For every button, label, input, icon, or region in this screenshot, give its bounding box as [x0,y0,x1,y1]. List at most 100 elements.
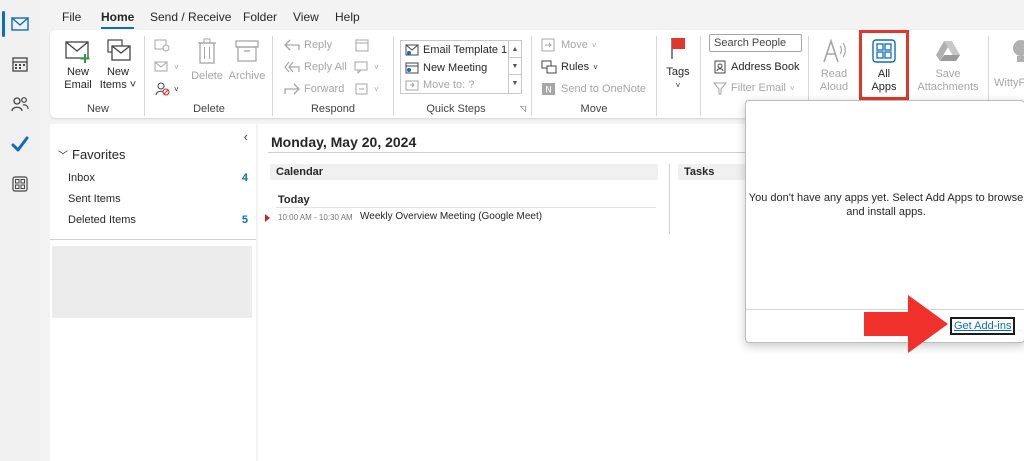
im-reply-button[interactable]: ˅ [354,58,379,76]
group-label-respond: Respond [310,103,356,115]
more-respond-button[interactable]: ˅ [354,80,379,98]
save-attachments-button[interactable]: Save Attachments [914,38,982,94]
send-to-onenote-button[interactable]: N Send to OneNote [541,80,646,98]
send-onenote-label: Send to OneNote [561,83,647,95]
chevron-down-icon: ˅ [374,84,379,94]
move-button[interactable]: Move ˅ [541,36,597,54]
chevron-down-icon[interactable]: ▼ [509,58,521,75]
archive-button[interactable]: Archive [228,38,266,83]
chevron-up-icon[interactable]: ▲ [509,41,521,58]
folder-item-sent-items[interactable]: Sent Items [68,193,121,205]
google-drive-icon [936,41,960,61]
get-add-ins-link[interactable]: Get Add-ins [949,317,1016,335]
chevron-down-icon: ˅ [126,79,137,91]
save-attachments-label-2: Attachments [917,81,979,93]
filter-email-label: Filter Email [731,82,787,94]
group-label-new: New [86,103,109,115]
tab-view[interactable]: View [293,10,319,24]
calendar-icon[interactable] [8,52,32,76]
junk-person-icon [155,82,170,96]
meeting-icon [355,39,369,52]
quick-step-label: Move to: ? [423,79,475,91]
quick-steps-scroll[interactable]: ▲ ▼ ▼ [508,41,521,93]
today-label: Today [278,194,310,206]
reply-button[interactable]: Reply [284,36,332,54]
left-navigation-bar [0,0,40,461]
appointment-title[interactable]: Weekly Overview Meeting (Google Meet) [360,211,542,222]
more-respond-icon [355,83,368,95]
quick-step-label: Email Template 1 [423,44,508,56]
cleanup-button[interactable]: ˅ [154,58,179,76]
calendar-section-header: Calendar [270,164,658,180]
ignore-button[interactable] [154,36,170,54]
new-meeting-icon [405,62,419,74]
apps-grid-icon[interactable] [8,172,32,196]
meeting-reply-button[interactable] [354,36,370,54]
group-label-quick-steps: Quick Steps [426,103,486,115]
ribbon-separator [144,36,145,116]
wittyp-icon [1013,40,1024,62]
quick-step-move-to[interactable]: Move to: ? [405,79,474,91]
active-indicator [2,11,5,37]
chevron-down-icon: ˅ [174,84,179,94]
rules-label: Rules [561,61,590,73]
todo-check-icon[interactable] [8,132,32,156]
collapse-pane-icon[interactable]: ‹ [244,129,248,144]
red-arrow-annotation [864,295,948,353]
dialog-launcher-icon[interactable]: ◹ [520,104,526,113]
forward-button[interactable]: Forward [284,80,344,98]
new-items-label-2: Items [99,79,127,91]
address-book-button[interactable]: Address Book [713,58,799,76]
tab-file[interactable]: File [62,10,81,24]
new-items-button[interactable]: New Items ˅ [98,38,138,92]
mail-icon[interactable] [8,12,32,36]
new-email-label-2: Email [64,79,92,91]
onenote-icon: N [542,83,555,96]
chevron-down-icon: ﹀ [58,151,68,162]
delete-button[interactable]: Delete [190,38,224,83]
tab-home[interactable]: Home [101,10,135,29]
unread-count: 5 [241,214,248,226]
tab-folder[interactable]: Folder [243,10,277,24]
new-items-label-1: New [106,66,129,78]
calendar-tasks-divider [669,164,670,234]
quick-step-email-template[interactable]: Email Template 1 [405,44,507,56]
move-icon [541,38,555,52]
save-attachments-label-1: Save [935,68,961,80]
forward-label: Forward [304,83,345,95]
read-aloud-icon [823,38,846,63]
people-icon[interactable] [8,92,32,116]
chevron-down-icon: ˅ [374,62,379,72]
rules-button[interactable]: Rules ˅ [541,58,598,76]
read-aloud-button[interactable]: Read Aloud [814,38,854,94]
folder-placeholder-area [52,246,252,318]
junk-button[interactable]: ˅ [154,80,179,98]
wittyp-button[interactable]: WittyP [994,38,1024,90]
tab-send-receive[interactable]: Send / Receive [150,10,231,24]
quick-steps-gallery: Email Template 1 New Meeting Move to: ? … [400,40,522,94]
search-people-input[interactable]: Search People [709,34,802,52]
chevron-down-icon: ˅ [675,81,681,90]
forward-icon [284,83,300,95]
tags-label: Tags [666,66,690,78]
quick-step-new-meeting[interactable]: New Meeting [405,62,487,74]
address-book-icon [714,60,726,74]
favorites-header[interactable]: ﹀ Favorites [58,147,125,162]
chevron-down-icon: ˅ [593,62,598,72]
new-email-icon [65,41,90,63]
tab-help[interactable]: Help [335,10,360,24]
filter-email-button[interactable]: Filter Email ˅ [713,79,795,97]
folder-item-deleted-items[interactable]: Deleted Items 5 [68,214,256,226]
reply-all-icon [284,61,300,73]
folder-item-inbox[interactable]: Inbox 4 [68,172,256,184]
tags-button[interactable]: Tags ˅ [663,36,693,92]
reply-all-button[interactable]: Reply All [284,58,347,76]
all-apps-label-2: Apps [871,81,897,93]
expand-gallery-icon[interactable]: ▼ [509,75,521,92]
ribbon-separator [272,36,273,116]
new-email-button[interactable]: New Email [60,38,96,92]
new-items-icon [107,39,131,61]
all-apps-button[interactable]: All Apps [862,38,906,94]
ribbon-separator [656,36,657,116]
svg-text:N: N [545,86,552,96]
